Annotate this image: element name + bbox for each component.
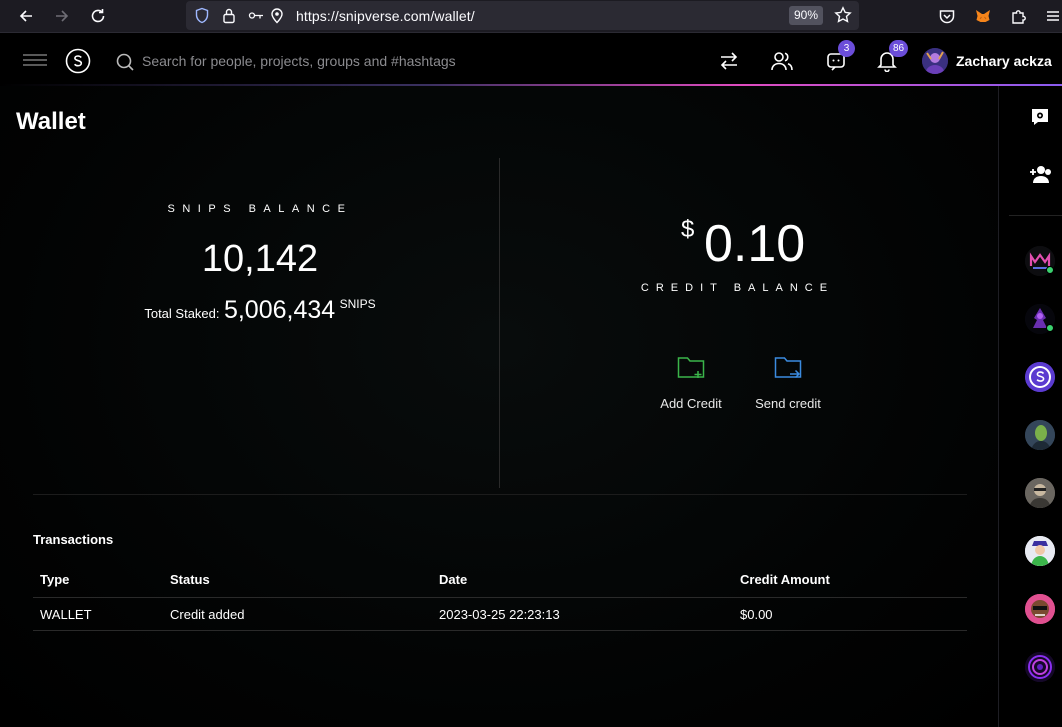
online-status-dot bbox=[1046, 266, 1054, 274]
snipverse-avatar-image bbox=[1025, 362, 1055, 392]
browser-toolbar: https://snipverse.com/wallet/ 90% bbox=[0, 0, 1062, 33]
app-menu-button[interactable] bbox=[1040, 4, 1062, 28]
address-bar[interactable]: https://snipverse.com/wallet/ 90% bbox=[186, 1, 859, 30]
user-avatar-image bbox=[922, 48, 948, 74]
friends-button[interactable] bbox=[769, 48, 795, 74]
table-row: WALLET Credit added 2023-03-25 22:23:13 … bbox=[33, 597, 967, 631]
forward-button[interactable] bbox=[49, 4, 75, 28]
lock-icon[interactable] bbox=[222, 7, 236, 24]
column-header-credit-amount: Credit Amount bbox=[733, 564, 967, 598]
url-text[interactable]: https://snipverse.com/wallet/ bbox=[296, 8, 475, 24]
table-header-row: Type Status Date Credit Amount bbox=[33, 564, 967, 598]
hamburger-menu-icon bbox=[1047, 11, 1059, 21]
contact-avatar-image bbox=[1025, 594, 1055, 624]
cell-credit-amount: $0.00 bbox=[733, 597, 967, 631]
send-credit-label: Send credit bbox=[755, 396, 821, 411]
metamask-extension-button[interactable] bbox=[970, 4, 996, 28]
reload-icon bbox=[91, 9, 105, 23]
online-status-dot bbox=[1046, 324, 1054, 332]
contact-avatar-image bbox=[1025, 420, 1055, 450]
arrow-right-icon bbox=[56, 10, 69, 22]
puzzle-icon bbox=[1012, 10, 1026, 24]
pocket-icon bbox=[939, 10, 955, 24]
contact-avatar-6[interactable] bbox=[1025, 536, 1055, 566]
users-icon bbox=[771, 52, 793, 71]
settings-button[interactable] bbox=[1029, 106, 1051, 128]
snipverse-logo[interactable] bbox=[64, 47, 92, 75]
credit-balance-value: 0.10 bbox=[704, 215, 806, 273]
total-staked-unit: SNIPS bbox=[339, 297, 376, 311]
back-button[interactable] bbox=[13, 4, 39, 28]
add-credit-label: Add Credit bbox=[660, 396, 722, 411]
column-header-status: Status bbox=[163, 564, 432, 598]
transactions-title: Transactions bbox=[33, 532, 114, 547]
search-icon bbox=[114, 52, 136, 72]
wallet-main: Wallet SNIPS BALANCE 10,142 Total Staked… bbox=[0, 86, 998, 727]
zoom-level-badge[interactable]: 90% bbox=[789, 6, 824, 25]
snips-balance-value: 10,142 bbox=[201, 238, 319, 280]
bookmark-star-icon[interactable] bbox=[834, 6, 852, 24]
add-credit-button[interactable]: Add Credit bbox=[641, 352, 741, 411]
contact-avatar-5[interactable] bbox=[1025, 478, 1055, 508]
messages-count-badge: 3 bbox=[838, 40, 855, 57]
contact-avatar-8[interactable] bbox=[1025, 652, 1055, 682]
transactions-table: Type Status Date Credit Amount WALLET Cr… bbox=[33, 564, 967, 631]
credit-balance-label: CREDIT BALANCE bbox=[640, 282, 835, 294]
snipverse-logo-icon bbox=[65, 48, 91, 74]
cell-type: WALLET bbox=[33, 597, 163, 631]
folder-add-icon bbox=[677, 357, 705, 378]
permissions-icon[interactable] bbox=[248, 8, 264, 23]
menu-icon bbox=[23, 54, 47, 66]
total-staked-label: Total Staked: bbox=[144, 306, 220, 321]
column-header-date: Date bbox=[432, 564, 733, 598]
contact-avatar-image bbox=[1025, 478, 1055, 508]
right-rail bbox=[998, 86, 1062, 727]
extensions-button[interactable] bbox=[1006, 4, 1032, 28]
contact-avatar-7[interactable] bbox=[1025, 594, 1055, 624]
reload-button[interactable] bbox=[85, 4, 111, 28]
fox-icon bbox=[976, 10, 990, 22]
contact-avatar-3[interactable] bbox=[1025, 362, 1055, 392]
arrow-left-icon bbox=[19, 10, 32, 22]
user-avatar[interactable] bbox=[922, 48, 948, 74]
total-staked-value: 5,006,434 bbox=[223, 296, 336, 324]
total-staked-row: Total Staked: 5,006,434 SNIPS bbox=[80, 296, 440, 325]
vertical-divider bbox=[499, 158, 500, 488]
contact-avatar-image bbox=[1025, 536, 1055, 566]
folder-send-icon bbox=[774, 357, 802, 379]
column-header-type: Type bbox=[33, 564, 163, 598]
cell-date: 2023-03-25 22:23:13 bbox=[432, 597, 733, 631]
contact-avatar-image bbox=[1025, 652, 1055, 682]
shield-icon[interactable] bbox=[194, 7, 210, 24]
page-title: Wallet bbox=[16, 108, 86, 135]
swap-button[interactable] bbox=[716, 49, 742, 73]
snips-balance-label: SNIPS BALANCE bbox=[167, 203, 353, 215]
notifications-count-badge: 86 bbox=[889, 40, 909, 57]
cell-status: Credit added bbox=[163, 597, 432, 631]
horizontal-divider bbox=[33, 494, 967, 495]
user-name[interactable]: Zachary ackza bbox=[956, 53, 1052, 69]
search-input[interactable]: Search for people, projects, groups and … bbox=[142, 53, 456, 69]
location-icon[interactable] bbox=[270, 7, 284, 24]
sidebar-toggle-button[interactable] bbox=[20, 48, 50, 72]
add-friend-button[interactable] bbox=[1029, 164, 1053, 186]
send-credit-button[interactable]: Send credit bbox=[738, 352, 838, 411]
rail-divider bbox=[1009, 215, 1062, 216]
gear-chat-icon bbox=[1032, 109, 1048, 125]
contact-avatar-4[interactable] bbox=[1025, 420, 1055, 450]
pocket-button[interactable] bbox=[934, 4, 960, 28]
credit-currency-symbol: $ bbox=[681, 216, 695, 243]
user-add-icon bbox=[1030, 166, 1051, 183]
swap-arrows-icon bbox=[720, 52, 738, 70]
app-header: Search for people, projects, groups and … bbox=[0, 34, 1062, 86]
